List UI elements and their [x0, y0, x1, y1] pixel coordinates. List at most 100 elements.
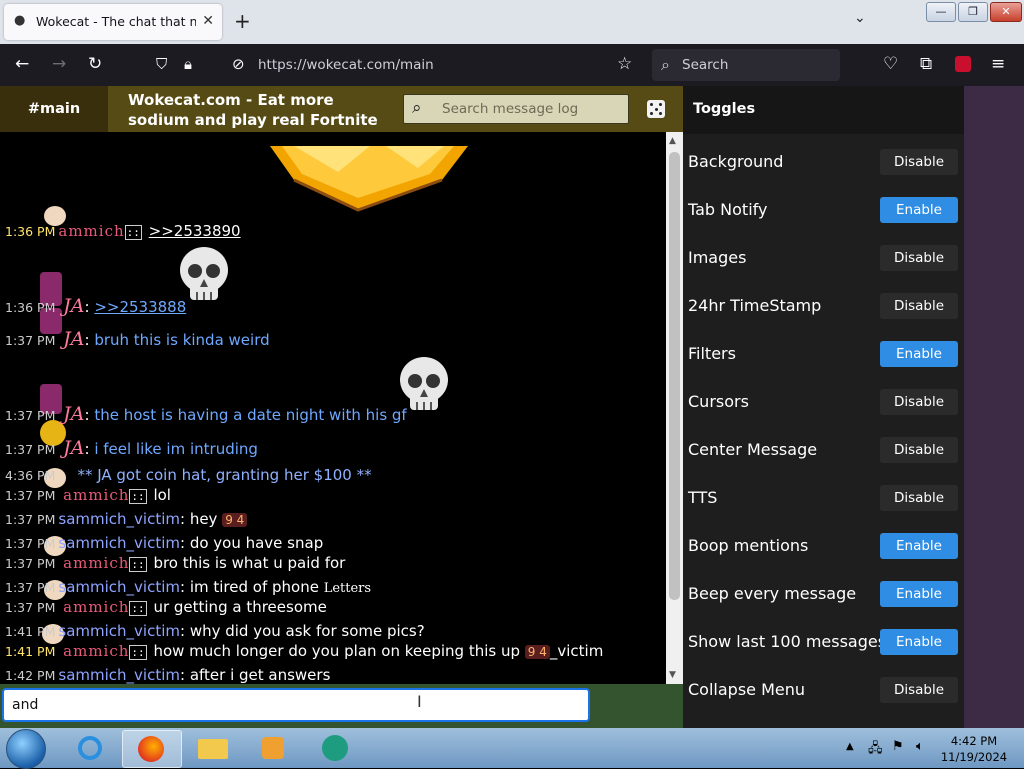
message-text: lol: [153, 486, 171, 504]
message-link[interactable]: >>2533888: [94, 298, 186, 316]
message-log-search[interactable]: ⌕ Search message log: [403, 94, 629, 124]
message-timestamp: 1:37 PM: [5, 600, 56, 615]
message-username[interactable]: ammich: [63, 554, 129, 572]
toggle-label: Filters: [688, 344, 736, 363]
github-favicon-icon: ●: [14, 13, 26, 28]
toggle-button[interactable]: Enable: [880, 341, 958, 367]
message-text: bruh this is kinda weird: [94, 331, 270, 349]
ublock-icon[interactable]: [955, 56, 971, 72]
network-icon[interactable]: 🖧︎: [868, 739, 883, 761]
message-username[interactable]: sammich_victim: [58, 622, 180, 640]
toggle-button[interactable]: Enable: [880, 533, 958, 559]
message-timestamp: 1:37 PM: [5, 556, 56, 571]
scroll-down-icon[interactable]: ▼: [669, 670, 676, 680]
toggle-button[interactable]: Disable: [880, 677, 958, 703]
glyph-box-icon: ::: [129, 601, 147, 616]
browser-tab[interactable]: ● Wokecat - The chat that never ✕: [4, 4, 222, 40]
internet-explorer-icon[interactable]: [62, 730, 120, 766]
tab-title: Wokecat - The chat that never: [36, 14, 196, 29]
minimize-button[interactable]: —: [926, 2, 956, 22]
toggle-button[interactable]: Disable: [880, 437, 958, 463]
menu-icon[interactable]: ≡: [991, 54, 1005, 74]
dice-icon[interactable]: [647, 100, 665, 118]
toggle-button[interactable]: Enable: [880, 581, 958, 607]
message-timestamp: 4:36 PM: [5, 468, 56, 483]
toggle-label: TTS: [688, 488, 718, 507]
message-username[interactable]: JA: [63, 295, 84, 317]
app-taskbar-icon[interactable]: [306, 730, 364, 766]
channel-tab[interactable]: #main: [0, 86, 108, 132]
message-username[interactable]: ammich: [63, 642, 129, 660]
chat-message: 1:41 PM ammich:: how much longer do you …: [0, 642, 603, 660]
chat-log[interactable]: 1:36 PM ammich:: >>2533890 1:36 PM JA: >>…: [0, 132, 666, 684]
flag-icon[interactable]: ⚑: [892, 739, 904, 754]
message-username[interactable]: sammich_victim: [58, 578, 180, 596]
glyph-box-icon: ::: [124, 225, 142, 240]
tray-expand-icon[interactable]: ▲: [846, 741, 854, 752]
toggle-label: Beep every message: [688, 584, 857, 603]
toggle-button[interactable]: Enable: [880, 197, 958, 223]
toggle-label: Cursors: [688, 392, 749, 411]
message-username[interactable]: ammich: [63, 598, 129, 616]
message-suffix: _victim: [549, 642, 604, 660]
toggle-button[interactable]: Disable: [880, 245, 958, 271]
glyph-box-icon: ::: [129, 557, 147, 572]
chat-scrollbar[interactable]: ▲ ▼: [666, 132, 683, 684]
message-timestamp: 1:37 PM: [5, 408, 56, 423]
taskbar-clock[interactable]: 4:42 PM 11/19/2024: [940, 733, 1008, 765]
browser-search-placeholder: Search: [682, 57, 729, 73]
toggle-button[interactable]: Disable: [880, 293, 958, 319]
message-username[interactable]: JA: [63, 328, 84, 350]
chat-message: 1:36 PM ammich:: >>2533890: [0, 222, 241, 240]
toggle-button[interactable]: Disable: [880, 389, 958, 415]
message-text: ** JA got coin hat, granting her $100 **: [77, 466, 372, 484]
message-username[interactable]: sammich_victim: [58, 534, 180, 552]
toggle-button[interactable]: Disable: [880, 485, 958, 511]
message-username[interactable]: ammich: [63, 486, 129, 504]
extensions-icon[interactable]: ⧉: [920, 54, 932, 74]
lock-icon[interactable]: 🔒︎: [184, 54, 192, 74]
volume-muted-icon[interactable]: 🔈︎: [916, 739, 924, 754]
message-username[interactable]: sammich_victim: [58, 666, 180, 684]
system-message: 4:36 PM ** JA got coin hat, granting her…: [0, 466, 372, 484]
toggle-button[interactable]: Disable: [880, 149, 958, 175]
firefox-icon[interactable]: [122, 730, 182, 768]
bookmark-star-icon[interactable]: ☆: [617, 54, 632, 74]
chat-message: 1:37 PM ammich:: lol: [0, 486, 171, 504]
message-text: hey: [189, 510, 218, 528]
tracking-off-icon[interactable]: ⊘: [232, 54, 245, 74]
glyph-box-icon: ::: [129, 645, 147, 660]
media-player-icon[interactable]: [244, 730, 302, 766]
toggle-button[interactable]: Enable: [880, 629, 958, 655]
glyph-box-icon: ::: [129, 489, 147, 504]
forward-arrow-icon[interactable]: →: [52, 54, 66, 74]
search-icon: ⌕: [412, 98, 422, 118]
message-text: ur getting a threesome: [153, 598, 327, 616]
toggle-label: Boop mentions: [688, 536, 809, 555]
shield-icon[interactable]: ⛉: [156, 54, 167, 74]
message-username[interactable]: JA: [63, 437, 84, 459]
url-text[interactable]: https://wokecat.com/main: [258, 57, 434, 73]
restore-button[interactable]: ❐: [958, 2, 988, 22]
new-tab-icon[interactable]: +: [234, 10, 251, 32]
scrollbar-thumb[interactable]: [669, 152, 680, 600]
message-username[interactable]: ammich: [58, 222, 124, 240]
pocket-icon[interactable]: ♡: [883, 54, 898, 74]
browser-search-box[interactable]: ⌕ Search: [652, 49, 840, 81]
message-timestamp: 1:41 PM: [5, 644, 56, 659]
start-button[interactable]: [6, 729, 46, 769]
message-text: do you have snap: [189, 534, 324, 552]
message-username[interactable]: sammich_victim: [58, 510, 180, 528]
back-arrow-icon[interactable]: ←: [15, 54, 29, 74]
message-input[interactable]: [2, 688, 590, 722]
chevron-down-icon[interactable]: ⌄: [854, 10, 866, 26]
chat-message: 1:41 PM sammich_victim: why did you ask f…: [5, 622, 425, 640]
reload-icon[interactable]: ↻: [88, 54, 102, 74]
message-link[interactable]: >>2533890: [149, 222, 241, 240]
message-badge: 9 4: [524, 645, 550, 659]
message-username[interactable]: JA: [63, 403, 84, 425]
close-window-button[interactable]: ✕: [990, 2, 1022, 22]
tab-close-icon[interactable]: ✕: [202, 13, 214, 29]
scroll-up-icon[interactable]: ▲: [669, 136, 676, 146]
file-explorer-icon[interactable]: [184, 730, 242, 766]
